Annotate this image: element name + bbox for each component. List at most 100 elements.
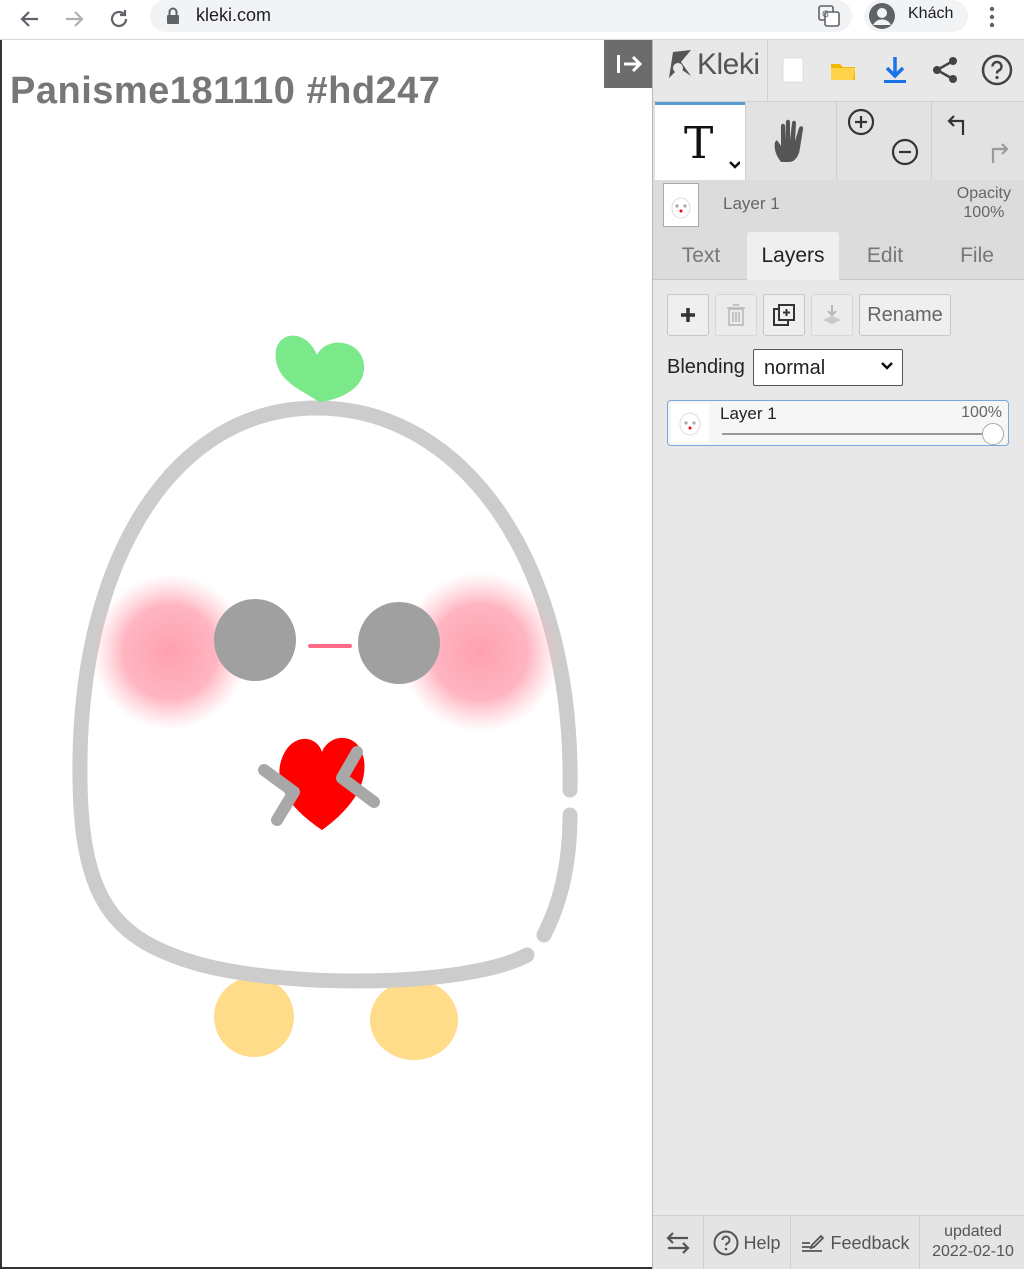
rename-layer-button[interactable]: Rename	[859, 294, 951, 336]
tab-file[interactable]: File	[933, 232, 1021, 280]
zoom-out-button[interactable]	[885, 130, 925, 174]
updated-info: updated 2022-02-10	[921, 1222, 1024, 1262]
trash-icon	[727, 304, 745, 326]
new-image-icon	[782, 57, 804, 83]
add-layer-button[interactable]	[667, 294, 709, 336]
avatar-icon	[869, 3, 895, 29]
kleki-logo[interactable]: Kleki	[665, 48, 760, 82]
help-circle-icon	[713, 1230, 739, 1256]
zoom-out-icon	[891, 138, 919, 166]
more-vert-icon	[989, 6, 995, 28]
layer-list-item[interactable]: Layer 1 100%	[667, 400, 1009, 446]
updated-date: 2022-02-10	[932, 1243, 1014, 1260]
layer-opacity-slider-handle[interactable]	[982, 423, 1004, 445]
layer-opacity-slider-track[interactable]	[722, 433, 994, 435]
svg-text:T: T	[684, 118, 713, 169]
svg-text:G: G	[822, 10, 829, 20]
right-foot	[370, 980, 458, 1060]
drawing-title: Panisme181110 #hd247	[10, 70, 441, 112]
duplicate-icon	[773, 304, 795, 326]
tab-edit[interactable]: Edit	[841, 232, 929, 280]
current-layer-preview[interactable]: Layer 1 Opacity 100%	[653, 180, 1024, 232]
drawing-canvas[interactable]: Panisme181110 #hd247	[0, 40, 654, 1269]
swap-icon	[666, 1232, 690, 1254]
redo-button[interactable]	[977, 132, 1017, 176]
download-icon	[884, 57, 906, 83]
duplicate-layer-button[interactable]	[763, 294, 805, 336]
collapse-panel-button[interactable]	[604, 40, 654, 88]
plus-icon	[681, 308, 695, 322]
share-button[interactable]	[925, 50, 965, 90]
blending-value: normal	[764, 357, 826, 379]
forward-arrow-icon	[66, 11, 84, 27]
zoom-in-icon	[847, 108, 875, 136]
open-folder-icon	[831, 64, 855, 80]
back-button[interactable]	[14, 3, 46, 35]
swap-side-button[interactable]	[653, 1216, 703, 1269]
browser-toolbar: kleki.com G Khách	[0, 0, 1024, 40]
open-image-button[interactable]	[823, 50, 863, 90]
layer-item-thumbnail	[671, 404, 709, 442]
help-button[interactable]	[977, 50, 1017, 90]
merge-down-button[interactable]	[811, 294, 853, 336]
panel-topbar: Kleki	[653, 40, 1024, 102]
new-image-button[interactable]	[773, 50, 813, 90]
layer-item-opacity: 100%	[961, 404, 1002, 421]
feedback-button[interactable]: Feedback	[791, 1216, 919, 1269]
zoom-in-button[interactable]	[841, 102, 881, 142]
merge-down-icon	[823, 305, 841, 324]
layer-thumbnail	[663, 183, 699, 227]
translate-icon[interactable]: G	[816, 3, 842, 29]
blending-label: Blending	[667, 356, 745, 378]
hand-icon	[774, 119, 804, 162]
right-eye	[358, 602, 440, 684]
browser-menu-button[interactable]	[980, 3, 1004, 36]
opacity-label: Opacity	[956, 185, 1011, 202]
back-arrow-icon	[20, 11, 38, 27]
redo-icon	[991, 143, 1009, 163]
tab-layers[interactable]: Layers	[747, 232, 839, 280]
current-layer-name: Layer 1	[723, 194, 780, 213]
logo-text: Kleki	[697, 48, 760, 81]
tool-row: T	[653, 102, 1024, 180]
profile-name: Khách	[908, 5, 954, 22]
sprout	[275, 335, 365, 402]
updated-label: updated	[944, 1223, 1002, 1240]
left-foot	[214, 977, 294, 1057]
delete-layer-button[interactable]	[715, 294, 757, 336]
rename-label: Rename	[867, 303, 943, 326]
reload-button[interactable]	[103, 3, 135, 35]
chevron-down-icon	[881, 362, 893, 370]
lock-icon	[167, 7, 179, 24]
layer-item-name: Layer 1	[720, 404, 777, 423]
help-label: Help	[743, 1232, 781, 1253]
layers-panel: Rename Blending normal Layer 1 100%	[653, 280, 1024, 1215]
panel-tabs: Text Layers Edit File	[653, 232, 1024, 280]
reload-icon	[110, 10, 128, 28]
url-text: kleki.com	[196, 5, 272, 25]
help-footer-button[interactable]: Help	[704, 1216, 790, 1269]
hand-tool-button[interactable]	[746, 102, 836, 180]
address-bar[interactable]: kleki.com G	[150, 0, 852, 32]
opacity-value: 100%	[963, 204, 1005, 221]
panel-footer: Help Feedback updated 2022-02-10	[653, 1215, 1024, 1269]
left-eye	[214, 599, 296, 681]
forward-button[interactable]	[58, 3, 90, 35]
kleki-logo-icon	[669, 50, 691, 78]
feedback-label: Feedback	[830, 1232, 910, 1253]
share-icon	[933, 57, 957, 83]
blending-select[interactable]: normal	[753, 349, 903, 386]
text-tool-button[interactable]: T	[655, 102, 745, 180]
save-image-button[interactable]	[875, 50, 915, 90]
tab-text[interactable]: Text	[657, 232, 745, 280]
undo-icon	[947, 115, 965, 135]
help-icon	[981, 54, 1013, 86]
current-layer-opacity: Opacity 100%	[957, 184, 1011, 222]
collapse-arrow-icon	[617, 55, 643, 73]
undo-button[interactable]	[939, 106, 979, 146]
text-tool-icon: T	[684, 118, 740, 169]
canvas-artwork	[72, 335, 578, 1060]
side-panel: Kleki T Layer 1 Opacity 100% Text Layers…	[652, 40, 1024, 1269]
profile-button[interactable]: Khách	[864, 0, 968, 32]
feedback-pen-icon	[802, 1234, 825, 1252]
